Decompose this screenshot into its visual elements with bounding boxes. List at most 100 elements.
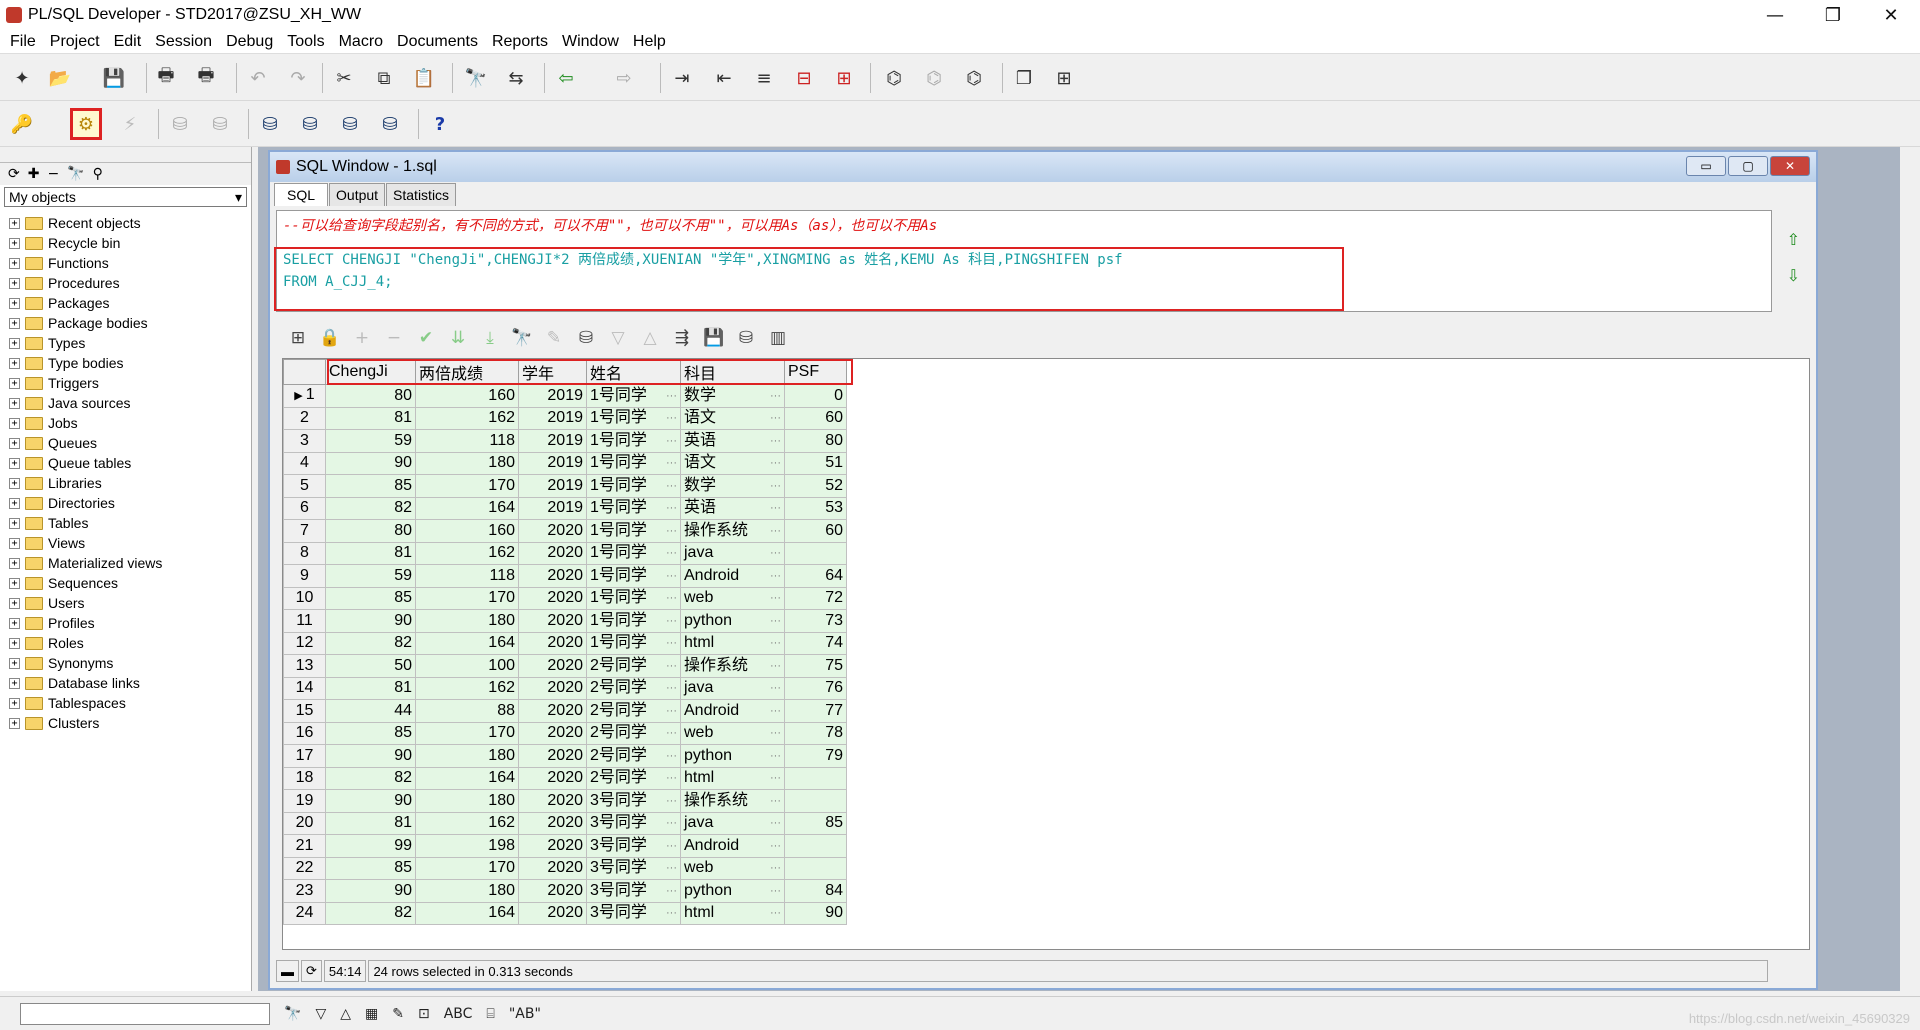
table-cell[interactable]: 53 <box>784 496 847 520</box>
new-icon[interactable]: ✦ <box>8 64 36 92</box>
table-cell[interactable]: 语文 ··· <box>680 451 785 475</box>
expand-node-icon[interactable]: + <box>9 477 20 489</box>
menu-window[interactable]: Window <box>562 33 619 51</box>
table-row[interactable]: 11 90 180 2020 1号同学 ··· python ··· 73 <box>283 609 847 633</box>
debug-icon[interactable]: ⌬ <box>960 64 988 92</box>
table-cell[interactable]: 74 <box>784 631 847 655</box>
tree-item[interactable]: + Triggers <box>0 373 251 393</box>
ellipsis-icon[interactable]: ··· <box>770 903 781 923</box>
table-row[interactable]: 18 82 164 2020 2号同学 ··· html ··· <box>283 766 847 790</box>
table-cell[interactable]: 英语 ··· <box>680 496 785 520</box>
ellipsis-icon[interactable]: ··· <box>666 656 677 676</box>
table-cell[interactable] <box>784 541 847 565</box>
ellipsis-icon[interactable]: ··· <box>770 678 781 698</box>
table-cell[interactable]: 170 <box>415 586 519 610</box>
table-row[interactable]: 4 90 180 2019 1号同学 ··· 语文 ··· 51 <box>283 451 847 475</box>
print-setup-icon[interactable]: 🖶 <box>192 64 220 92</box>
ellipsis-icon[interactable]: ··· <box>666 566 677 586</box>
whole-word-icon[interactable]: ⌸ <box>486 1006 494 1022</box>
table-cell[interactable]: java ··· <box>680 811 785 835</box>
table-cell[interactable]: java ··· <box>680 676 785 700</box>
tree-item[interactable]: + Directories <box>0 493 251 513</box>
ellipsis-icon[interactable]: ··· <box>666 633 677 653</box>
expand-node-icon[interactable]: + <box>9 217 20 229</box>
expand-node-icon[interactable]: + <box>9 537 20 549</box>
ellipsis-icon[interactable]: ··· <box>770 791 781 811</box>
table-cell[interactable]: 44 <box>325 699 416 723</box>
table-row[interactable]: 23 90 180 2020 3号同学 ··· python ··· 84 <box>283 879 847 903</box>
table-row[interactable]: 3 59 118 2019 1号同学 ··· 英语 ··· 80 <box>283 429 847 453</box>
expand-node-icon[interactable]: + <box>9 337 20 349</box>
ellipsis-icon[interactable]: ··· <box>666 386 677 406</box>
find-icon[interactable]: 🔭 <box>462 64 490 92</box>
find-prev-icon[interactable]: △ <box>340 1006 351 1022</box>
menu-macro[interactable]: Macro <box>339 33 383 51</box>
down-arrow-icon[interactable]: ⇩ <box>1787 258 1800 294</box>
table-cell[interactable]: 162 <box>415 676 519 700</box>
back-icon[interactable]: ⇦ <box>552 64 580 92</box>
ellipsis-icon[interactable]: ··· <box>770 881 781 901</box>
menu-tools[interactable]: Tools <box>287 33 324 51</box>
ellipsis-icon[interactable]: ··· <box>770 566 781 586</box>
execute-icon[interactable]: ⚙ <box>70 108 102 140</box>
table-row[interactable]: 24 82 164 2020 3号同学 ··· html ··· 90 <box>283 901 847 925</box>
tree-item[interactable]: + Packages <box>0 293 251 313</box>
table-cell[interactable]: 2020 <box>518 609 587 633</box>
tree-item[interactable]: + Recent objects <box>0 213 251 233</box>
menu-session[interactable]: Session <box>155 33 212 51</box>
ellipsis-icon[interactable]: ··· <box>770 543 781 563</box>
tree-item[interactable]: + Database links <box>0 673 251 693</box>
cascade-icon[interactable]: ❐ <box>1010 64 1038 92</box>
tree-item[interactable]: + Jobs <box>0 413 251 433</box>
sql-window-icon[interactable]: ⛁ <box>296 110 324 138</box>
table-cell[interactable]: 51 <box>784 451 847 475</box>
expand-node-icon[interactable]: + <box>9 457 20 469</box>
lock-icon[interactable]: 🔒 <box>314 328 346 348</box>
ellipsis-icon[interactable]: ··· <box>770 453 781 473</box>
find-input[interactable] <box>20 1002 270 1025</box>
find-next-icon[interactable]: ▽ <box>315 1006 326 1022</box>
table-cell[interactable]: 81 <box>325 406 416 430</box>
ellipsis-icon[interactable]: ··· <box>770 633 781 653</box>
table-cell[interactable] <box>784 766 847 790</box>
tree-item[interactable]: + Queues <box>0 433 251 453</box>
ellipsis-icon[interactable]: ··· <box>770 588 781 608</box>
expand-node-icon[interactable]: + <box>9 637 20 649</box>
query-by-example-icon[interactable]: 🔭 <box>506 328 538 348</box>
clear-icon[interactable]: ✎ <box>392 1006 404 1022</box>
export-icon[interactable]: ⛁ <box>570 328 602 348</box>
tab-statistics[interactable]: Statistics <box>386 183 457 206</box>
table-row[interactable]: 5 85 170 2019 1号同学 ··· 数学 ··· 52 <box>283 474 847 498</box>
save-grid-icon[interactable]: 💾 <box>698 328 730 348</box>
expand-node-icon[interactable]: + <box>9 677 20 689</box>
table-cell[interactable]: 198 <box>415 834 519 858</box>
ellipsis-icon[interactable]: ··· <box>666 858 677 878</box>
object-filter-select[interactable]: My objects ▾ <box>4 187 247 207</box>
tree-item[interactable]: + Tables <box>0 513 251 533</box>
tree-item[interactable]: + Type bodies <box>0 353 251 373</box>
fetch-next-icon[interactable]: ⇊ <box>442 328 474 348</box>
table-cell[interactable]: 90 <box>325 879 416 903</box>
expand-node-icon[interactable]: + <box>9 437 20 449</box>
tree-item[interactable]: + Recycle bin <box>0 233 251 253</box>
expand-node-icon[interactable]: + <box>9 497 20 509</box>
tree-item[interactable]: + Package bodies <box>0 313 251 333</box>
table-cell[interactable]: 164 <box>415 766 519 790</box>
tree-item[interactable]: + Java sources <box>0 393 251 413</box>
table-cell[interactable]: 3号同学 ··· <box>586 811 681 835</box>
table-cell[interactable]: 118 <box>415 564 519 588</box>
refresh-icon[interactable]: ⟳ <box>8 166 20 182</box>
table-cell[interactable]: web ··· <box>680 586 785 610</box>
expand-node-icon[interactable]: + <box>9 597 20 609</box>
open-icon[interactable]: 📂 <box>46 64 74 92</box>
table-cell[interactable]: 84 <box>784 879 847 903</box>
menu-edit[interactable]: Edit <box>114 33 142 51</box>
sql-maximize-button[interactable]: ▢ <box>1728 156 1768 176</box>
table-cell[interactable]: 100 <box>415 654 519 678</box>
ellipsis-icon[interactable]: ··· <box>666 836 677 856</box>
ellipsis-icon[interactable]: ··· <box>666 408 677 428</box>
table-cell[interactable]: 2020 <box>518 586 587 610</box>
compile-icon[interactable]: ⌬ <box>920 64 948 92</box>
ellipsis-icon[interactable]: ··· <box>770 498 781 518</box>
explain-icon[interactable]: ⌬ <box>880 64 908 92</box>
